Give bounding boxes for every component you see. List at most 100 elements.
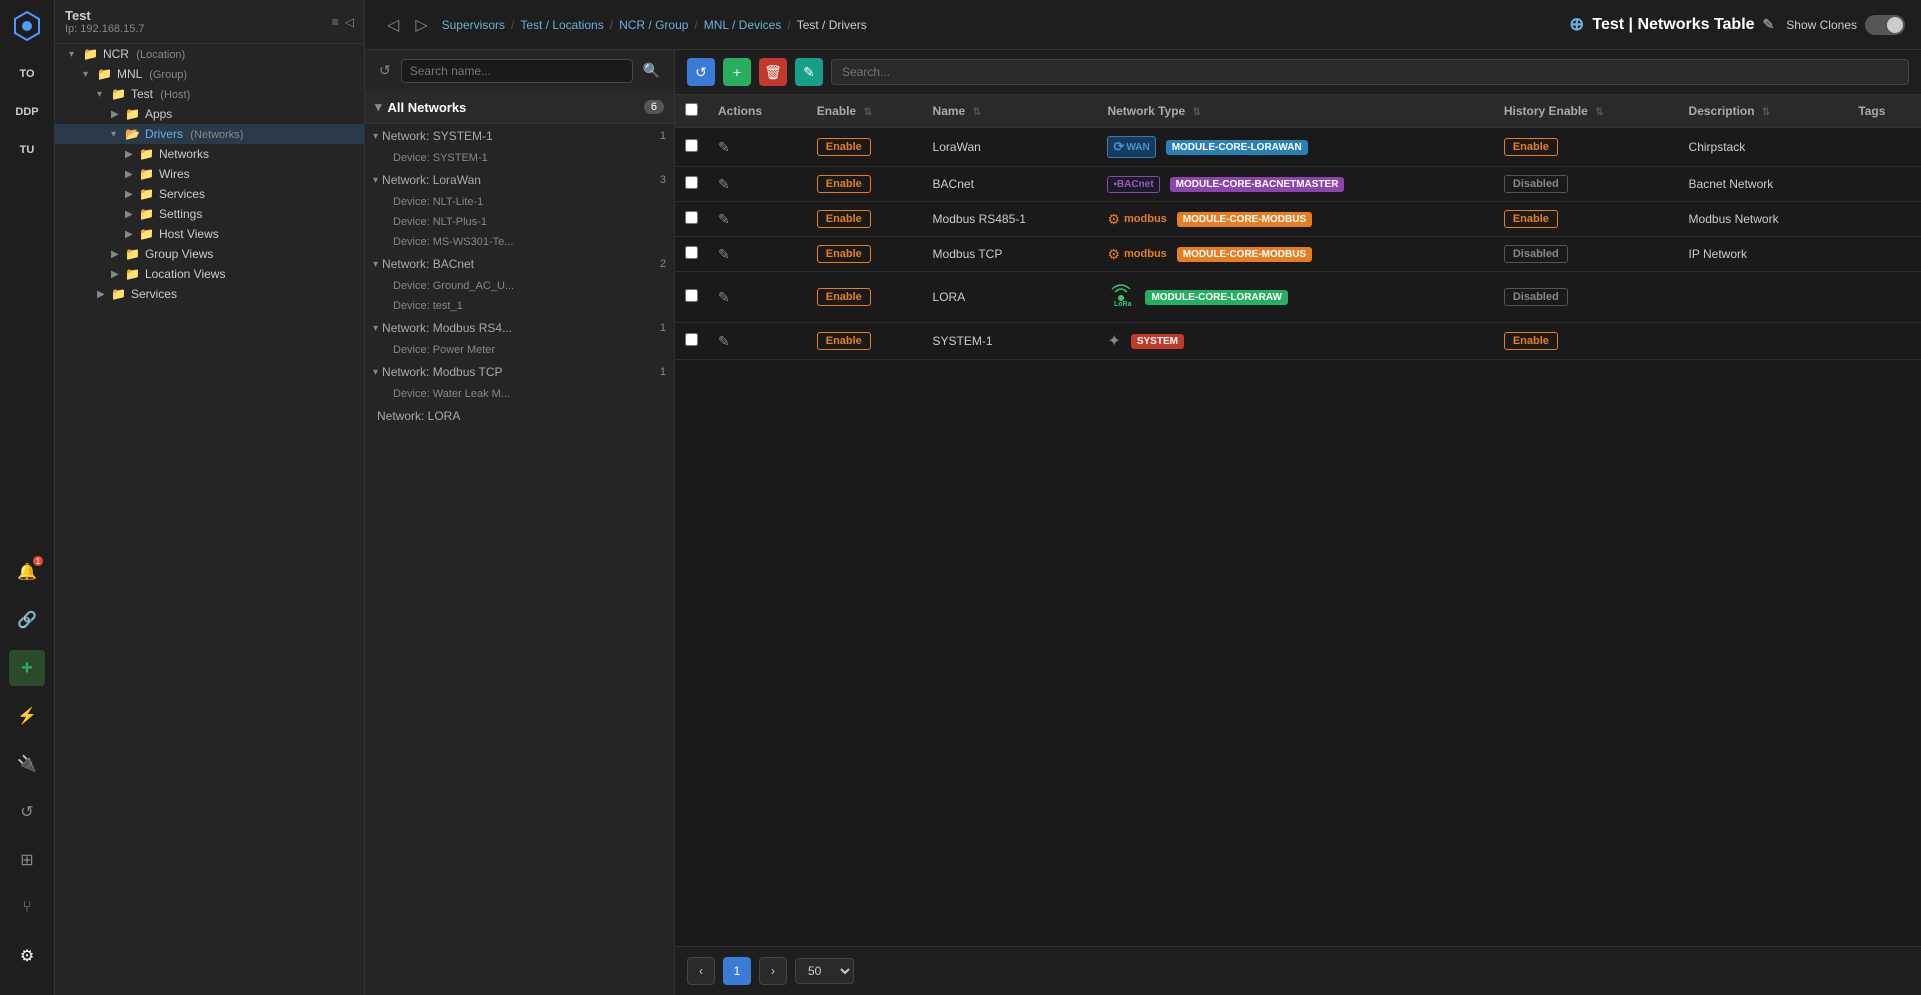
row-action-2[interactable]: ✎: [708, 202, 807, 237]
th-name[interactable]: Name ⇅: [923, 95, 1098, 128]
select-all-checkbox[interactable]: [685, 103, 698, 116]
filter-search-icon[interactable]: 🔍: [639, 58, 664, 83]
row-checkbox-2[interactable]: [675, 202, 708, 237]
row-history-2[interactable]: Enable: [1494, 202, 1679, 237]
add-network-button[interactable]: +: [723, 58, 751, 86]
add-icon[interactable]: +: [9, 650, 45, 686]
row-history-4[interactable]: Disabled: [1494, 272, 1679, 323]
notification-icon[interactable]: 🔔 1: [9, 554, 45, 590]
modbustcp-device-0[interactable]: Device: Water Leak M...: [365, 384, 674, 404]
network-device-system1[interactable]: Device: SYSTEM-1: [365, 148, 674, 168]
edit-title-icon[interactable]: ✎: [1763, 16, 1775, 33]
row-enable-1[interactable]: Enable: [807, 167, 923, 202]
row-action-5[interactable]: ✎: [708, 323, 807, 360]
row-action-1[interactable]: ✎: [708, 167, 807, 202]
modbusrs4-device-0[interactable]: Device: Power Meter: [365, 340, 674, 360]
tree-item-services2[interactable]: ▶ 📁 Services: [55, 284, 364, 304]
breadcrumb-ncr-group[interactable]: NCR / Group: [619, 18, 688, 32]
tree-item-settings[interactable]: ▶ 📁 Settings: [55, 204, 364, 224]
bacnet-device-1[interactable]: Device: test_1: [365, 296, 674, 316]
edit-row-icon-5[interactable]: ✎: [718, 333, 730, 349]
row-enable-0[interactable]: Enable: [807, 128, 923, 167]
show-clones-toggle[interactable]: [1865, 15, 1905, 35]
row-enable-4[interactable]: Enable: [807, 272, 923, 323]
row-checkbox-5[interactable]: [675, 323, 708, 360]
row-history-0[interactable]: Enable: [1494, 128, 1679, 167]
lorawan-device-0[interactable]: Device: NLT-Lite-1: [365, 192, 674, 212]
network-group-system1-header[interactable]: ▾ Network: SYSTEM-1 1: [365, 124, 674, 148]
sidebar-label-tu[interactable]: TU: [9, 132, 45, 168]
tree-item-apps[interactable]: ▶ 📁 Apps: [55, 104, 364, 124]
network-group-lora-header[interactable]: Network: LORA: [365, 404, 674, 428]
network-group-bacnet-header[interactable]: ▾ Network: BACnet 2: [365, 252, 674, 276]
sidebar-label-ddp[interactable]: DDP: [9, 94, 45, 130]
tree-item-services[interactable]: ▶ 📁 Services: [55, 184, 364, 204]
nav-forward-button[interactable]: ▷: [409, 13, 433, 37]
edit-row-icon-4[interactable]: ✎: [718, 289, 730, 305]
row-checkbox-3[interactable]: [675, 237, 708, 272]
filter-refresh-icon[interactable]: ↺: [375, 58, 395, 83]
plug-icon[interactable]: 🔌: [9, 746, 45, 782]
tree-item-mnl[interactable]: ▾ 📁 MNL (Group): [55, 64, 364, 84]
tree-item-test[interactable]: ▾ 📁 Test (Host): [55, 84, 364, 104]
row-action-0[interactable]: ✎: [708, 128, 807, 167]
branch-icon[interactable]: ⑂: [9, 890, 45, 926]
breadcrumb-test-locations[interactable]: Test / Locations: [520, 18, 603, 32]
refresh-table-button[interactable]: ↺: [687, 58, 715, 86]
bacnet-device-0[interactable]: Device: Ground_AC_U...: [365, 276, 674, 296]
all-networks-arrow[interactable]: ▾: [375, 99, 382, 115]
tree-item-ncr[interactable]: ▾ 📁 NCR (Location): [55, 44, 364, 64]
th-enable[interactable]: Enable ⇅: [807, 95, 923, 128]
row-checkbox-1[interactable]: [675, 167, 708, 202]
expand-icon[interactable]: ≡: [332, 15, 339, 29]
prev-page-button[interactable]: ‹: [687, 957, 715, 985]
network-group-modbusrs4-header[interactable]: ▾ Network: Modbus RS4... 1: [365, 316, 674, 340]
edit-network-button[interactable]: ✎: [795, 58, 823, 86]
th-description[interactable]: Description ⇅: [1679, 95, 1849, 128]
page-1-button[interactable]: 1: [723, 957, 751, 985]
edit-row-icon-3[interactable]: ✎: [718, 246, 730, 262]
network-group-lorawan-header[interactable]: ▾ Network: LoraWan 3: [365, 168, 674, 192]
row-enable-5[interactable]: Enable: [807, 323, 923, 360]
edit-row-icon-1[interactable]: ✎: [718, 176, 730, 192]
breadcrumb-supervisors[interactable]: Supervisors: [442, 18, 505, 32]
bolt-icon[interactable]: ⚡: [9, 698, 45, 734]
row-history-5[interactable]: Enable: [1494, 323, 1679, 360]
tree-item-group-views[interactable]: ▶ 📁 Group Views: [55, 244, 364, 264]
breadcrumb-mnl-devices[interactable]: MNL / Devices: [704, 18, 782, 32]
tree-item-wires[interactable]: ▶ 📁 Wires: [55, 164, 364, 184]
row-action-3[interactable]: ✎: [708, 237, 807, 272]
collapse-tree-icon[interactable]: ◁: [345, 15, 354, 29]
row-action-4[interactable]: ✎: [708, 272, 807, 323]
row-enable-3[interactable]: Enable: [807, 237, 923, 272]
next-page-button[interactable]: ›: [759, 957, 787, 985]
row-enable-2[interactable]: Enable: [807, 202, 923, 237]
per-page-select[interactable]: 50 100 200: [795, 958, 854, 984]
row-checkbox-0[interactable]: [675, 128, 708, 167]
row-checkbox-4[interactable]: [675, 272, 708, 323]
link-icon[interactable]: 🔗: [9, 602, 45, 638]
delete-network-button[interactable]: 🗑: [759, 58, 787, 86]
tree-item-drivers[interactable]: ▾ 📂 Drivers (Networks): [55, 124, 364, 144]
row-history-3[interactable]: Disabled: [1494, 237, 1679, 272]
filter-search-input[interactable]: [401, 59, 633, 83]
th-history-enable[interactable]: History Enable ⇅: [1494, 95, 1679, 128]
th-network-type[interactable]: Network Type ⇅: [1097, 95, 1493, 128]
nav-back-button[interactable]: ◁: [381, 13, 405, 37]
grid-icon[interactable]: ⊞: [9, 842, 45, 878]
sidebar-label-to[interactable]: TO: [9, 56, 45, 92]
th-select-all[interactable]: [675, 95, 708, 128]
all-networks-text[interactable]: All Networks: [388, 100, 467, 115]
refresh-bottom-icon[interactable]: ↺: [9, 794, 45, 830]
lorawan-device-1[interactable]: Device: NLT-Plus-1: [365, 212, 674, 232]
tree-item-networks[interactable]: ▶ 📁 Networks: [55, 144, 364, 164]
lorawan-device-2[interactable]: Device: MS-WS301-Te...: [365, 232, 674, 252]
table-search-input[interactable]: [831, 59, 1909, 85]
edit-row-icon-0[interactable]: ✎: [718, 139, 730, 155]
network-group-modbustcp-header[interactable]: ▾ Network: Modbus TCP 1: [365, 360, 674, 384]
edit-row-icon-2[interactable]: ✎: [718, 211, 730, 227]
tree-item-host-views[interactable]: ▶ 📁 Host Views: [55, 224, 364, 244]
tree-item-location-views[interactable]: ▶ 📁 Location Views: [55, 264, 364, 284]
row-history-1[interactable]: Disabled: [1494, 167, 1679, 202]
settings-icon[interactable]: ⚙: [9, 938, 45, 974]
